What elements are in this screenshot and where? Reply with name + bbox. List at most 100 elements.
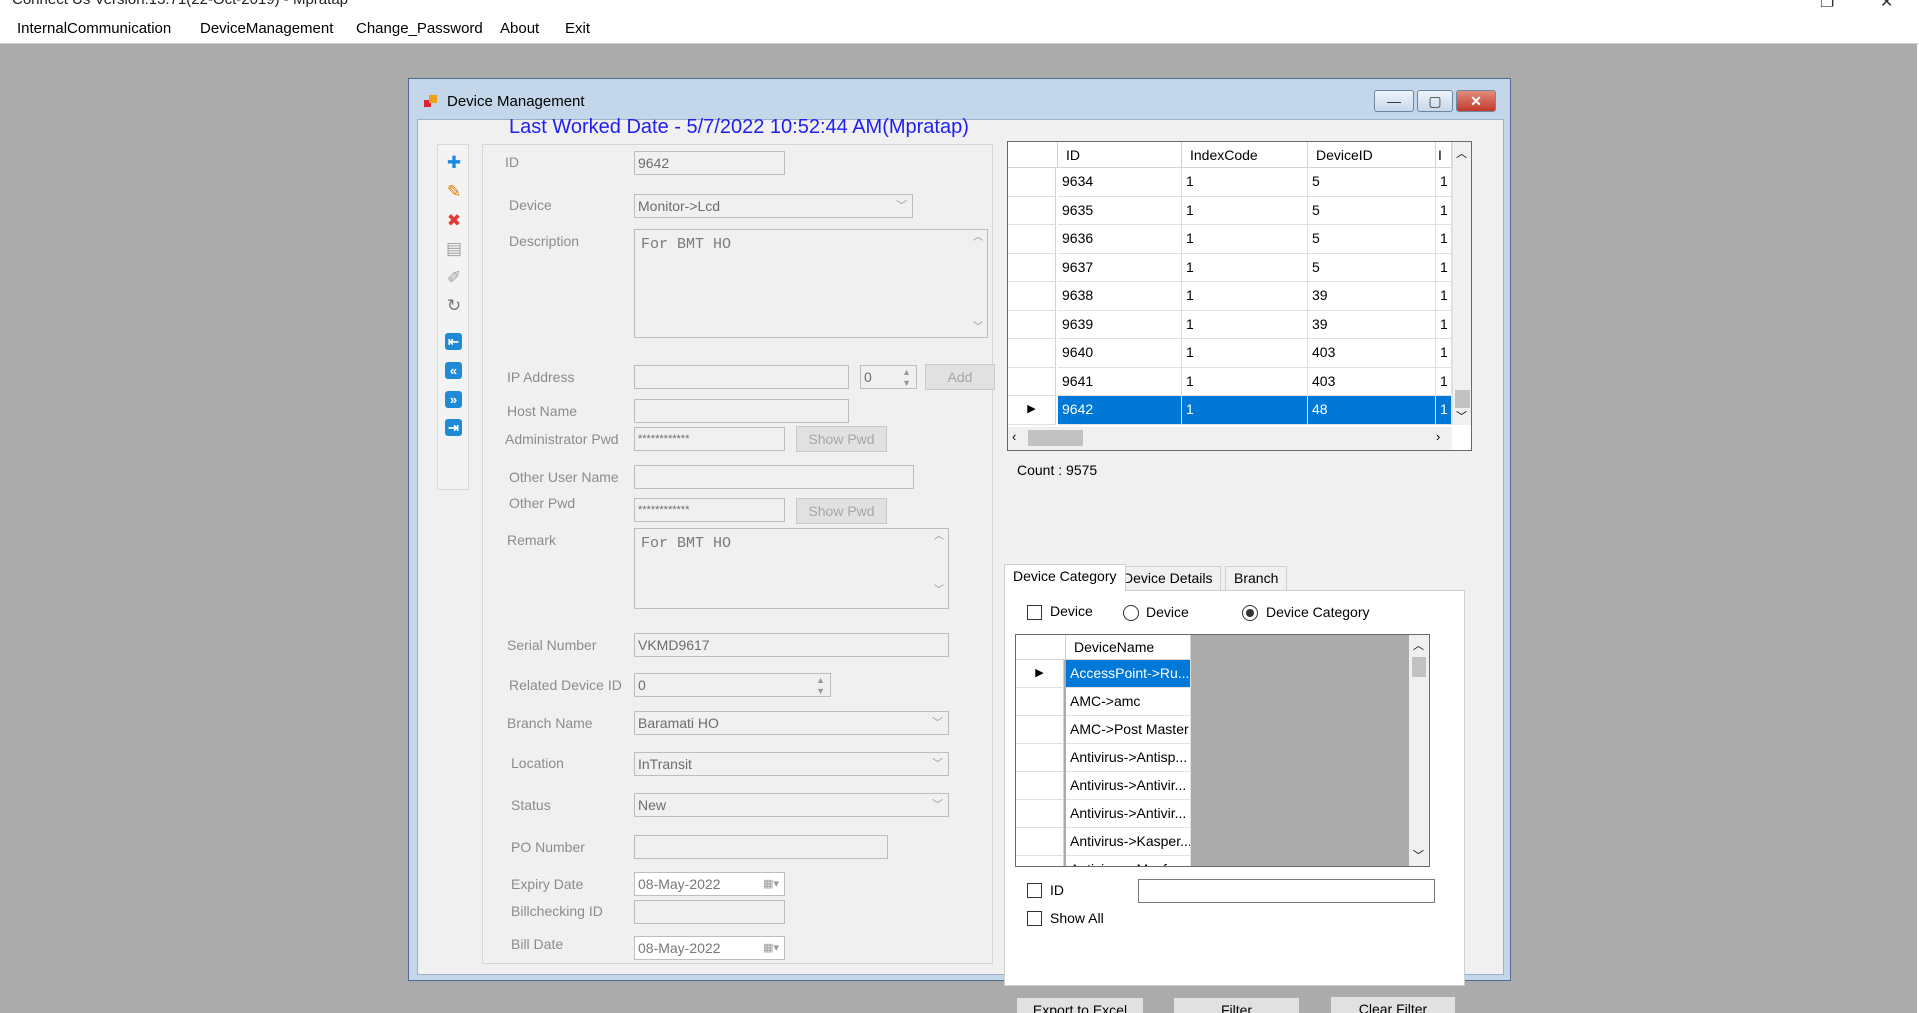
refresh-icon[interactable]: ↻ [444, 296, 464, 316]
cell-deviceid[interactable]: 5 [1308, 168, 1436, 197]
column-header-indexcode[interactable]: IndexCode [1182, 142, 1308, 168]
save-icon[interactable]: ▤ [444, 239, 464, 259]
cell-deviceid[interactable]: 5 [1308, 225, 1436, 254]
cell-id[interactable]: 9641 [1058, 367, 1182, 396]
cell-indexcode[interactable]: 1 [1182, 253, 1308, 282]
device-name-cell[interactable]: AMC->Post Master [1066, 716, 1191, 744]
cell-id[interactable]: 9638 [1058, 282, 1182, 311]
cell-id[interactable]: 9642 [1058, 396, 1182, 425]
restore-icon[interactable]: ❐ [1820, 0, 1834, 12]
device-grid[interactable]: ID IndexCode DeviceID I 9634 1 5 1 9635 1 5 1 96… [1007, 141, 1472, 451]
cell-id[interactable]: 9639 [1058, 310, 1182, 339]
show-all-checkbox[interactable] [1027, 911, 1042, 926]
row-header[interactable] [1016, 800, 1064, 828]
maximize-button[interactable]: ▢ [1417, 90, 1453, 112]
id-field[interactable]: 9642 [634, 151, 785, 175]
serial-field[interactable]: VKMD9617 [634, 633, 949, 657]
ip-address-field[interactable] [634, 365, 849, 389]
menu-about[interactable]: About [500, 20, 539, 37]
clear-filter-button[interactable]: Clear Filter [1330, 996, 1456, 1013]
cell-indexcode[interactable]: 1 [1182, 225, 1308, 254]
cell-extra[interactable]: 1 [1436, 339, 1452, 368]
device-category-radio[interactable] [1242, 605, 1258, 621]
status-select[interactable]: New ﹀ [634, 793, 949, 817]
device-select[interactable]: Monitor->Lcd ﹀ [634, 194, 913, 218]
pencil-icon[interactable]: ✐ [444, 268, 464, 288]
cell-deviceid[interactable]: 5 [1308, 196, 1436, 225]
row-header[interactable] [1008, 196, 1056, 225]
cell-indexcode[interactable]: 1 [1182, 196, 1308, 225]
row-header[interactable] [1016, 828, 1064, 856]
cell-extra[interactable]: 1 [1436, 282, 1452, 311]
row-header[interactable] [1008, 310, 1056, 339]
cell-extra[interactable]: 1 [1436, 396, 1452, 425]
row-header[interactable] [1016, 772, 1064, 800]
device-name-cell[interactable]: AMC->amc [1066, 688, 1191, 716]
row-header[interactable] [1016, 716, 1064, 744]
device-radio[interactable] [1123, 605, 1139, 621]
device-name-cell[interactable]: Antivirus->Antisp... [1066, 744, 1191, 772]
first-record-icon[interactable]: ⇤ [445, 333, 462, 350]
column-header-extra[interactable]: I [1436, 142, 1452, 168]
tab-device-details[interactable]: Device Details [1114, 566, 1222, 591]
close-button[interactable]: ✕ [1456, 90, 1496, 112]
export-to-excel-button[interactable]: Export to Excel [1016, 997, 1144, 1013]
expiry-date-picker[interactable]: 08-May-2022 ▦▾ [634, 872, 785, 896]
device-name-cell[interactable]: Antivirus->Mcafee... [1066, 856, 1191, 866]
grid-horizontal-scrollbar[interactable]: ‹ › [1008, 427, 1452, 450]
menu-change-password[interactable]: Change_Password [356, 20, 483, 37]
host-name-field[interactable] [634, 399, 849, 423]
device-name-cell[interactable]: AccessPoint->Ru... [1066, 660, 1191, 688]
related-device-stepper[interactable]: 0 ▲ ▼ [634, 673, 831, 697]
show-other-pwd-button[interactable]: Show Pwd [796, 498, 887, 524]
tab-device-category[interactable]: Device Category [1004, 564, 1126, 591]
filter-button[interactable]: Filter [1173, 997, 1300, 1013]
show-admin-pwd-button[interactable]: Show Pwd [796, 426, 887, 452]
cell-extra[interactable]: 1 [1436, 253, 1452, 282]
minimize-button[interactable]: — [1374, 90, 1414, 112]
other-user-field[interactable] [634, 465, 914, 489]
row-header[interactable]: ▶ [1008, 396, 1056, 425]
bill-date-picker[interactable]: 08-May-2022 ▦▾ [634, 936, 785, 960]
column-header-id[interactable]: ID [1058, 142, 1182, 168]
cell-id[interactable]: 9640 [1058, 339, 1182, 368]
device-name-list[interactable]: DeviceName ▶ AccessPoint->Ru... AMC->amc AM… [1015, 634, 1430, 867]
cell-indexcode[interactable]: 1 [1182, 168, 1308, 197]
cell-indexcode[interactable]: 1 [1182, 367, 1308, 396]
cell-deviceid[interactable]: 403 [1308, 339, 1436, 368]
id-filter-input[interactable] [1138, 879, 1435, 903]
id-filter-checkbox[interactable] [1027, 883, 1042, 898]
row-header[interactable] [1016, 856, 1064, 866]
cell-id[interactable]: 9636 [1058, 225, 1182, 254]
row-header[interactable] [1008, 339, 1056, 368]
scroll-thumb[interactable] [1455, 390, 1470, 408]
cell-indexcode[interactable]: 1 [1182, 282, 1308, 311]
cell-extra[interactable]: 1 [1436, 168, 1452, 197]
branch-select[interactable]: Baramati HO ﹀ [634, 711, 949, 735]
cell-deviceid[interactable]: 39 [1308, 282, 1436, 311]
device-name-cell[interactable]: Antivirus->Antivir... [1066, 772, 1191, 800]
row-header[interactable] [1016, 688, 1064, 716]
column-header-devicename[interactable]: DeviceName [1066, 635, 1191, 660]
remark-scrollbar[interactable]: ︿ ﹀ [930, 529, 948, 608]
po-number-field[interactable] [634, 835, 888, 859]
edit-icon[interactable]: ✎ [444, 182, 464, 202]
cell-extra[interactable]: 1 [1436, 225, 1452, 254]
tab-branch[interactable]: Branch [1225, 566, 1288, 591]
row-header[interactable] [1008, 168, 1056, 197]
next-record-icon[interactable]: » [445, 391, 462, 408]
cell-id[interactable]: 9637 [1058, 253, 1182, 282]
add-ip-button[interactable]: Add [925, 364, 995, 390]
billchecking-field[interactable] [634, 900, 785, 924]
cell-id[interactable]: 9634 [1058, 168, 1182, 197]
device-checkbox[interactable] [1027, 605, 1042, 620]
location-select[interactable]: InTransit ﹀ [634, 752, 949, 776]
column-header-deviceid[interactable]: DeviceID [1308, 142, 1436, 168]
scroll-thumb[interactable] [1412, 657, 1426, 677]
scroll-thumb[interactable] [1028, 430, 1083, 446]
add-icon[interactable]: ✚ [444, 153, 464, 173]
cell-indexcode[interactable]: 1 [1182, 310, 1308, 339]
cell-deviceid[interactable]: 48 [1308, 396, 1436, 425]
list-vertical-scrollbar[interactable]: ︿ ﹀ [1409, 635, 1429, 866]
ip-number-stepper[interactable]: 0 ▲ ▼ [860, 365, 917, 389]
